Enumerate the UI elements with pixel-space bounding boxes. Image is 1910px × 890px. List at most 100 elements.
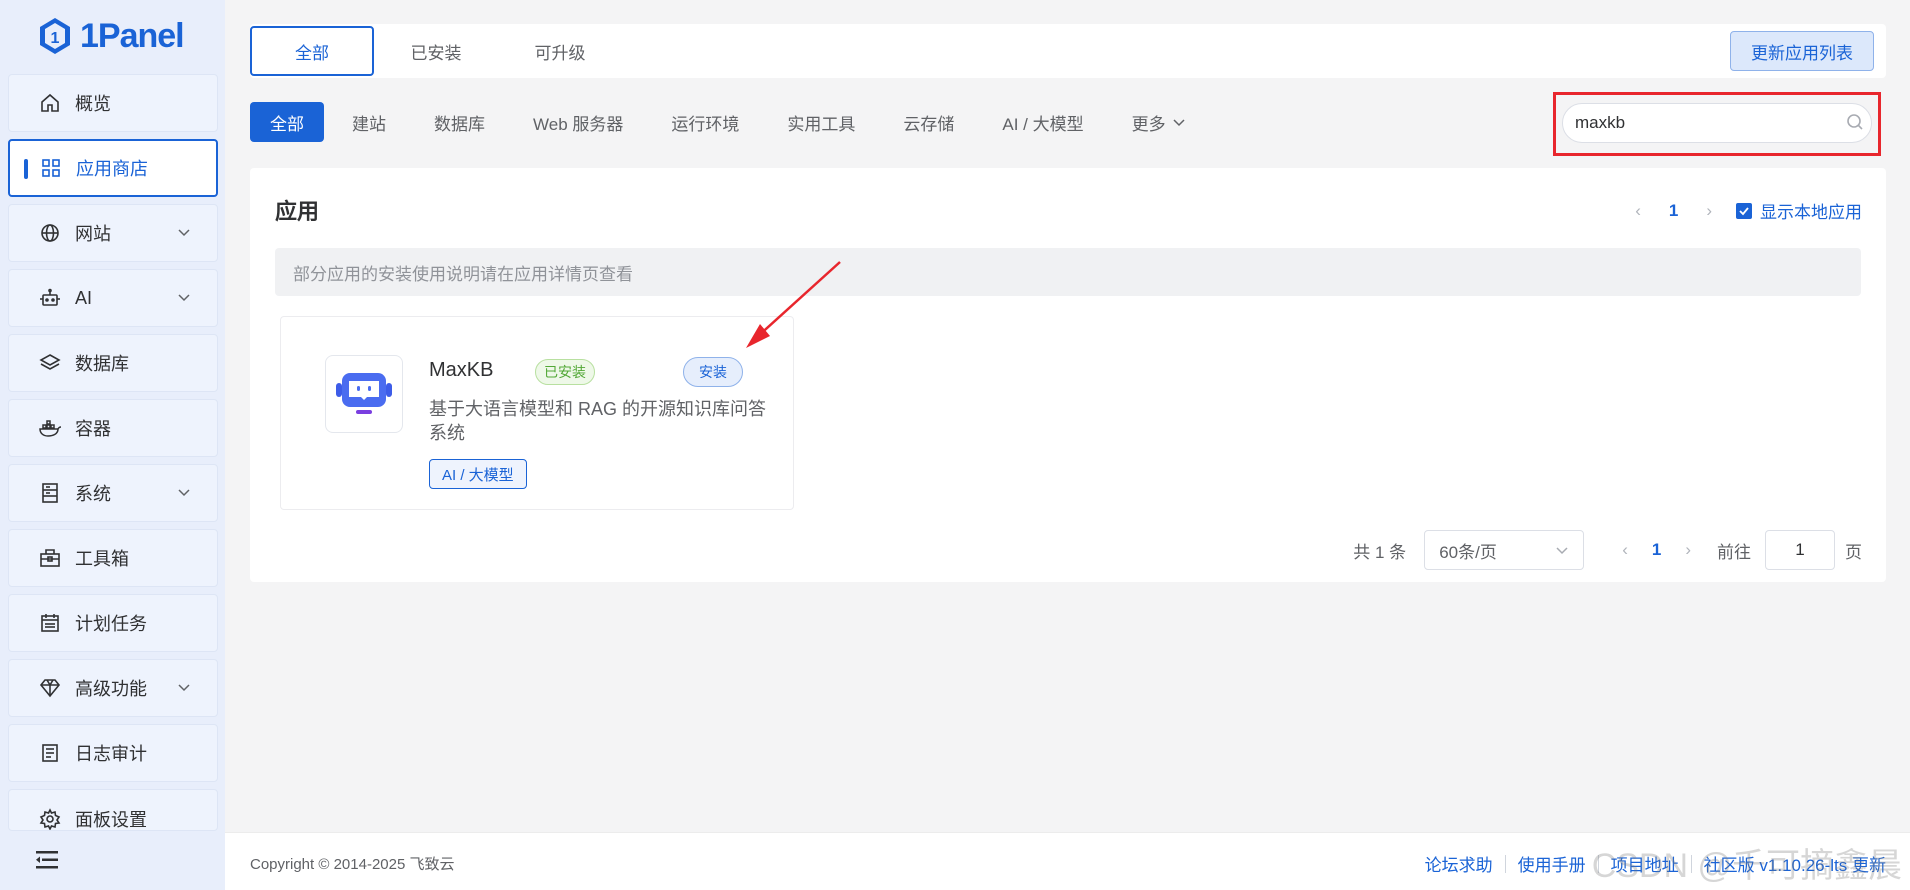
globe-icon <box>37 220 63 246</box>
manual-link[interactable]: 使用手册 <box>1518 851 1586 876</box>
category-web-server[interactable]: Web 服务器 <box>513 102 643 142</box>
sidebar-item-database[interactable]: 数据库 <box>8 334 218 392</box>
tab-all[interactable]: 全部 <box>250 26 374 76</box>
calendar-icon <box>37 610 63 636</box>
sidebar-item-system[interactable]: 系统 <box>8 464 218 522</box>
sidebar-item-overview[interactable]: 概览 <box>8 74 218 132</box>
sidebar-item-label: 日志审计 <box>75 744 147 764</box>
install-notice: 部分应用的安装使用说明请在应用详情页查看 <box>275 248 1861 296</box>
category-ai-llm[interactable]: AI / 大模型 <box>982 102 1103 142</box>
sidebar-item-label: 概览 <box>75 94 111 114</box>
app-logo[interactable]: 1 1Panel <box>38 14 185 58</box>
chevron-down-icon <box>178 229 190 237</box>
sidebar-item-advanced[interactable]: 高级功能 <box>8 659 218 717</box>
more-categories-dropdown[interactable]: 更多 <box>1112 102 1206 142</box>
search-input[interactable] <box>1562 103 1872 143</box>
docker-icon <box>37 415 63 441</box>
chevron-down-icon <box>178 684 190 692</box>
tab-installed[interactable]: 已安装 <box>374 26 498 76</box>
sidebar-item-cron[interactable]: 计划任务 <box>8 594 218 652</box>
prev-page-icon[interactable]: ‹ <box>1622 540 1628 560</box>
server-icon <box>37 480 63 506</box>
page-size-value: 60条/页 <box>1439 542 1497 562</box>
top-pagination: ‹ 1 › 显示本地应用 <box>1635 198 1862 223</box>
current-page[interactable]: 1 <box>1652 540 1661 560</box>
chevron-down-icon <box>178 294 190 302</box>
sidebar: 1 1Panel 概览 应用商店 网站 AI 数据库 容器 系统 工具箱 计划任… <box>0 0 225 890</box>
installed-badge: 已安装 <box>535 359 595 385</box>
sidebar-item-app-store[interactable]: 应用商店 <box>8 139 218 197</box>
layers-icon <box>37 350 63 376</box>
chevron-down-icon <box>1173 119 1185 127</box>
sidebar-item-label: 数据库 <box>75 354 129 374</box>
logo-text: 1Panel <box>80 16 185 55</box>
divider <box>1504 854 1506 873</box>
chevron-down-icon <box>178 489 190 497</box>
diamond-icon <box>37 675 63 701</box>
app-tag: AI / 大模型 <box>429 459 527 489</box>
show-local-checkbox[interactable] <box>1736 202 1752 219</box>
show-local-label[interactable]: 显示本地应用 <box>1760 198 1862 223</box>
logo-icon: 1 <box>40 18 70 54</box>
app-list-panel: 应用 ‹ 1 › 显示本地应用 部分应用的安装使用说明请在应用详情页查看 Max… <box>250 168 1886 582</box>
sidebar-item-website[interactable]: 网站 <box>8 204 218 262</box>
svg-text:1: 1 <box>51 30 60 47</box>
sidebar-item-label: 应用商店 <box>76 159 148 179</box>
sidebar-item-toolbox[interactable]: 工具箱 <box>8 529 218 587</box>
search-icon[interactable] <box>1846 113 1864 131</box>
category-runtime[interactable]: 运行环境 <box>651 102 759 142</box>
bottom-pagination: 共 1 条 60条/页 ‹ 1 › 前往 页 <box>1353 530 1862 570</box>
grid-icon <box>38 155 64 181</box>
sidebar-item-label: 计划任务 <box>75 614 147 634</box>
sidebar-item-label: 系统 <box>75 484 111 504</box>
watermark: CSDN @千可摘鑫晨 <box>1591 847 1902 885</box>
search-highlight-box <box>1553 92 1881 156</box>
app-card-maxkb[interactable]: MaxKB 已安装 安装 基于大语言模型和 RAG 的开源知识库问答系统 AI … <box>280 316 794 510</box>
sidebar-menu: 概览 应用商店 网站 AI 数据库 容器 系统 工具箱 计划任务 高级功能 日志… <box>8 74 218 838</box>
app-icon <box>325 355 403 433</box>
sidebar-item-label: 工具箱 <box>75 549 129 569</box>
sidebar-item-ai[interactable]: AI <box>8 269 218 327</box>
category-all[interactable]: 全部 <box>250 102 324 142</box>
next-page-icon[interactable]: › <box>1685 540 1691 560</box>
category-cloud-storage[interactable]: 云存储 <box>883 102 974 142</box>
gear-icon <box>37 806 63 830</box>
sidebar-item-label: 网站 <box>75 224 111 244</box>
sidebar-item-label: AI <box>75 287 93 308</box>
prev-page-icon[interactable]: ‹ <box>1635 201 1641 221</box>
sidebar-item-log-audit[interactable]: 日志审计 <box>8 724 218 782</box>
page-size-select[interactable]: 60条/页 <box>1424 530 1585 570</box>
current-page[interactable]: 1 <box>1669 201 1678 221</box>
category-database[interactable]: 数据库 <box>414 102 505 142</box>
log-icon <box>37 740 63 766</box>
sidebar-item-container[interactable]: 容器 <box>8 399 218 457</box>
toolbox-icon <box>37 545 63 571</box>
page-title: 应用 <box>275 199 320 224</box>
tab-upgradable[interactable]: 可升级 <box>498 26 622 76</box>
category-filter: 全部 建站 数据库 Web 服务器 运行环境 实用工具 云存储 AI / 大模型… <box>250 102 1214 142</box>
check-icon <box>1739 206 1749 215</box>
sidebar-item-label: 容器 <box>75 419 111 439</box>
chevron-down-icon <box>1556 547 1568 555</box>
next-page-icon[interactable]: › <box>1706 201 1712 221</box>
sidebar-item-panel-settings[interactable]: 面板设置 <box>8 789 218 831</box>
page-suffix: 页 <box>1845 542 1862 562</box>
total-count: 共 1 条 <box>1353 542 1407 562</box>
category-tools[interactable]: 实用工具 <box>767 102 875 142</box>
app-status-tabs: 全部 已安装 可升级 更新应用列表 <box>250 24 1886 78</box>
forum-link[interactable]: 论坛求助 <box>1425 851 1493 876</box>
home-icon <box>37 90 63 116</box>
app-description: 基于大语言模型和 RAG 的开源知识库问答系统 <box>429 399 767 443</box>
copyright: Copyright © 2014-2025 飞致云 <box>250 856 455 873</box>
collapse-menu-icon[interactable] <box>34 848 60 872</box>
install-button[interactable]: 安装 <box>683 357 743 387</box>
maxkb-robot-icon <box>336 373 392 414</box>
sidebar-item-label: 高级功能 <box>75 679 147 699</box>
robot-icon <box>37 285 63 311</box>
refresh-app-list-button[interactable]: 更新应用列表 <box>1730 31 1874 71</box>
more-label: 更多 <box>1131 114 1166 134</box>
category-website[interactable]: 建站 <box>332 102 406 142</box>
app-name: MaxKB <box>429 359 494 381</box>
goto-page-input[interactable] <box>1765 530 1835 570</box>
sidebar-item-label: 面板设置 <box>75 810 147 830</box>
